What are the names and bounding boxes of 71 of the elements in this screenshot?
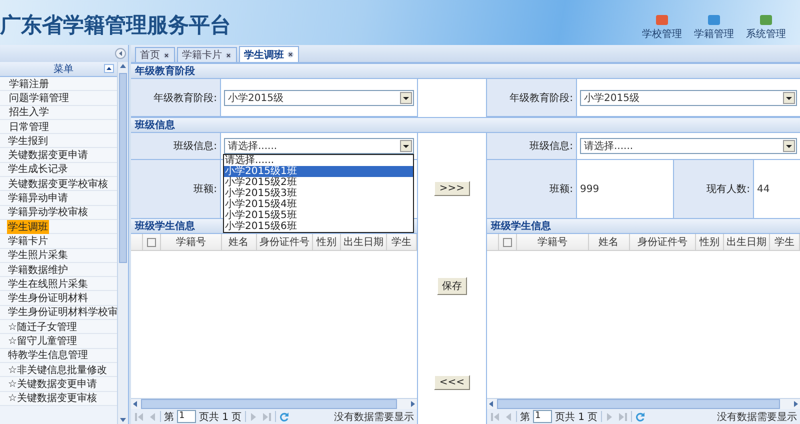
dropdown-option[interactable]: 小学2015级4班	[224, 199, 413, 210]
refresh-icon[interactable]	[634, 412, 645, 422]
close-icon[interactable]	[163, 52, 170, 58]
horizontal-scrollbar[interactable]	[131, 398, 417, 409]
status-text: 没有数据需要显示	[334, 410, 414, 424]
dropdown-option[interactable]: 小学2015级3班	[224, 188, 413, 199]
page-count: 页共 1 页	[555, 410, 598, 424]
select-field[interactable]: 小学2015级	[224, 90, 414, 106]
select-field[interactable]: 小学2015级	[580, 90, 797, 106]
menu-item[interactable]: 学生调班	[7, 220, 49, 234]
app-title: 广东省学籍管理服务平台	[0, 11, 231, 39]
page-input[interactable]: 1	[533, 410, 552, 423]
nav-icon	[655, 14, 669, 26]
action-button[interactable]: >>>	[434, 181, 470, 196]
nav-icon	[759, 14, 773, 26]
horizontal-scrollbar[interactable]	[487, 398, 800, 409]
field-value: 999	[580, 184, 600, 194]
field-label: 现有人数:	[706, 183, 750, 196]
checkbox[interactable]	[147, 238, 156, 246]
tab[interactable]: 学生调班	[239, 46, 299, 62]
page-label: 第	[164, 410, 174, 424]
field-label: 年级教育阶段:	[510, 92, 573, 104]
nav-link[interactable]: 系统管理	[746, 27, 786, 41]
action-button[interactable]: <<<	[434, 375, 470, 390]
status-text: 没有数据需要显示	[717, 410, 797, 424]
collapse-icon[interactable]	[115, 48, 126, 59]
column-header: 姓名	[598, 236, 619, 249]
field-label: 班级信息:	[174, 140, 217, 153]
column-header: 学籍号	[537, 236, 568, 249]
field-label: 班额:	[194, 182, 217, 196]
dropdown-option[interactable]: 小学2015级1班	[224, 166, 413, 177]
dropdown-option[interactable]: 请选择......	[224, 155, 413, 166]
tab[interactable]: 首页	[135, 47, 175, 62]
field-value: 44	[757, 184, 770, 194]
vertical-scrollbar[interactable]	[117, 62, 128, 424]
action-button[interactable]: 保存	[437, 276, 467, 294]
nav-link[interactable]: 学籍管理	[694, 27, 734, 41]
scroll-down-icon[interactable]	[119, 416, 127, 424]
column-header: 学生	[391, 236, 412, 249]
collapse-up-icon[interactable]	[104, 64, 114, 73]
column-header: 出生日期	[726, 236, 766, 249]
panel-title: 班级学生信息	[487, 219, 800, 234]
column-header: 性别	[700, 236, 720, 249]
column-header: 出生日期	[343, 236, 384, 249]
page-label: 第	[520, 410, 530, 424]
section-header: 班级信息	[131, 117, 800, 133]
refresh-icon[interactable]	[278, 412, 289, 422]
column-header: 身份证件号	[637, 236, 688, 249]
menu-title: 菜单	[54, 62, 74, 76]
column-header: 性别	[316, 236, 336, 249]
close-icon[interactable]	[287, 51, 294, 58]
field-label: 班额:	[550, 182, 573, 196]
column-header: 姓名	[228, 236, 249, 249]
tab[interactable]: 学籍卡片	[177, 47, 237, 62]
nav-icon	[707, 14, 721, 26]
close-icon[interactable]	[225, 52, 232, 58]
field-label: 班级信息:	[530, 140, 573, 153]
checkbox[interactable]	[503, 238, 512, 246]
dropdown-option[interactable]: 小学2015级2班	[224, 177, 413, 188]
column-header: 学生	[774, 236, 794, 249]
field-label: 年级教育阶段:	[154, 92, 217, 104]
column-header: 学籍号	[176, 236, 206, 249]
page-count: 页共 1 页	[199, 410, 242, 424]
dropdown-option[interactable]: 小学2015级6班	[224, 221, 413, 232]
page-input[interactable]: 1	[177, 410, 196, 423]
column-header: 身份证件号	[259, 236, 310, 249]
dropdown-option[interactable]: 小学2015级5班	[224, 210, 413, 221]
select-field[interactable]: 请选择......	[580, 138, 797, 154]
select-field[interactable]: 请选择......	[224, 138, 414, 154]
nav-link[interactable]: 学校管理	[642, 27, 682, 41]
section-header: 年级教育阶段	[131, 63, 800, 79]
